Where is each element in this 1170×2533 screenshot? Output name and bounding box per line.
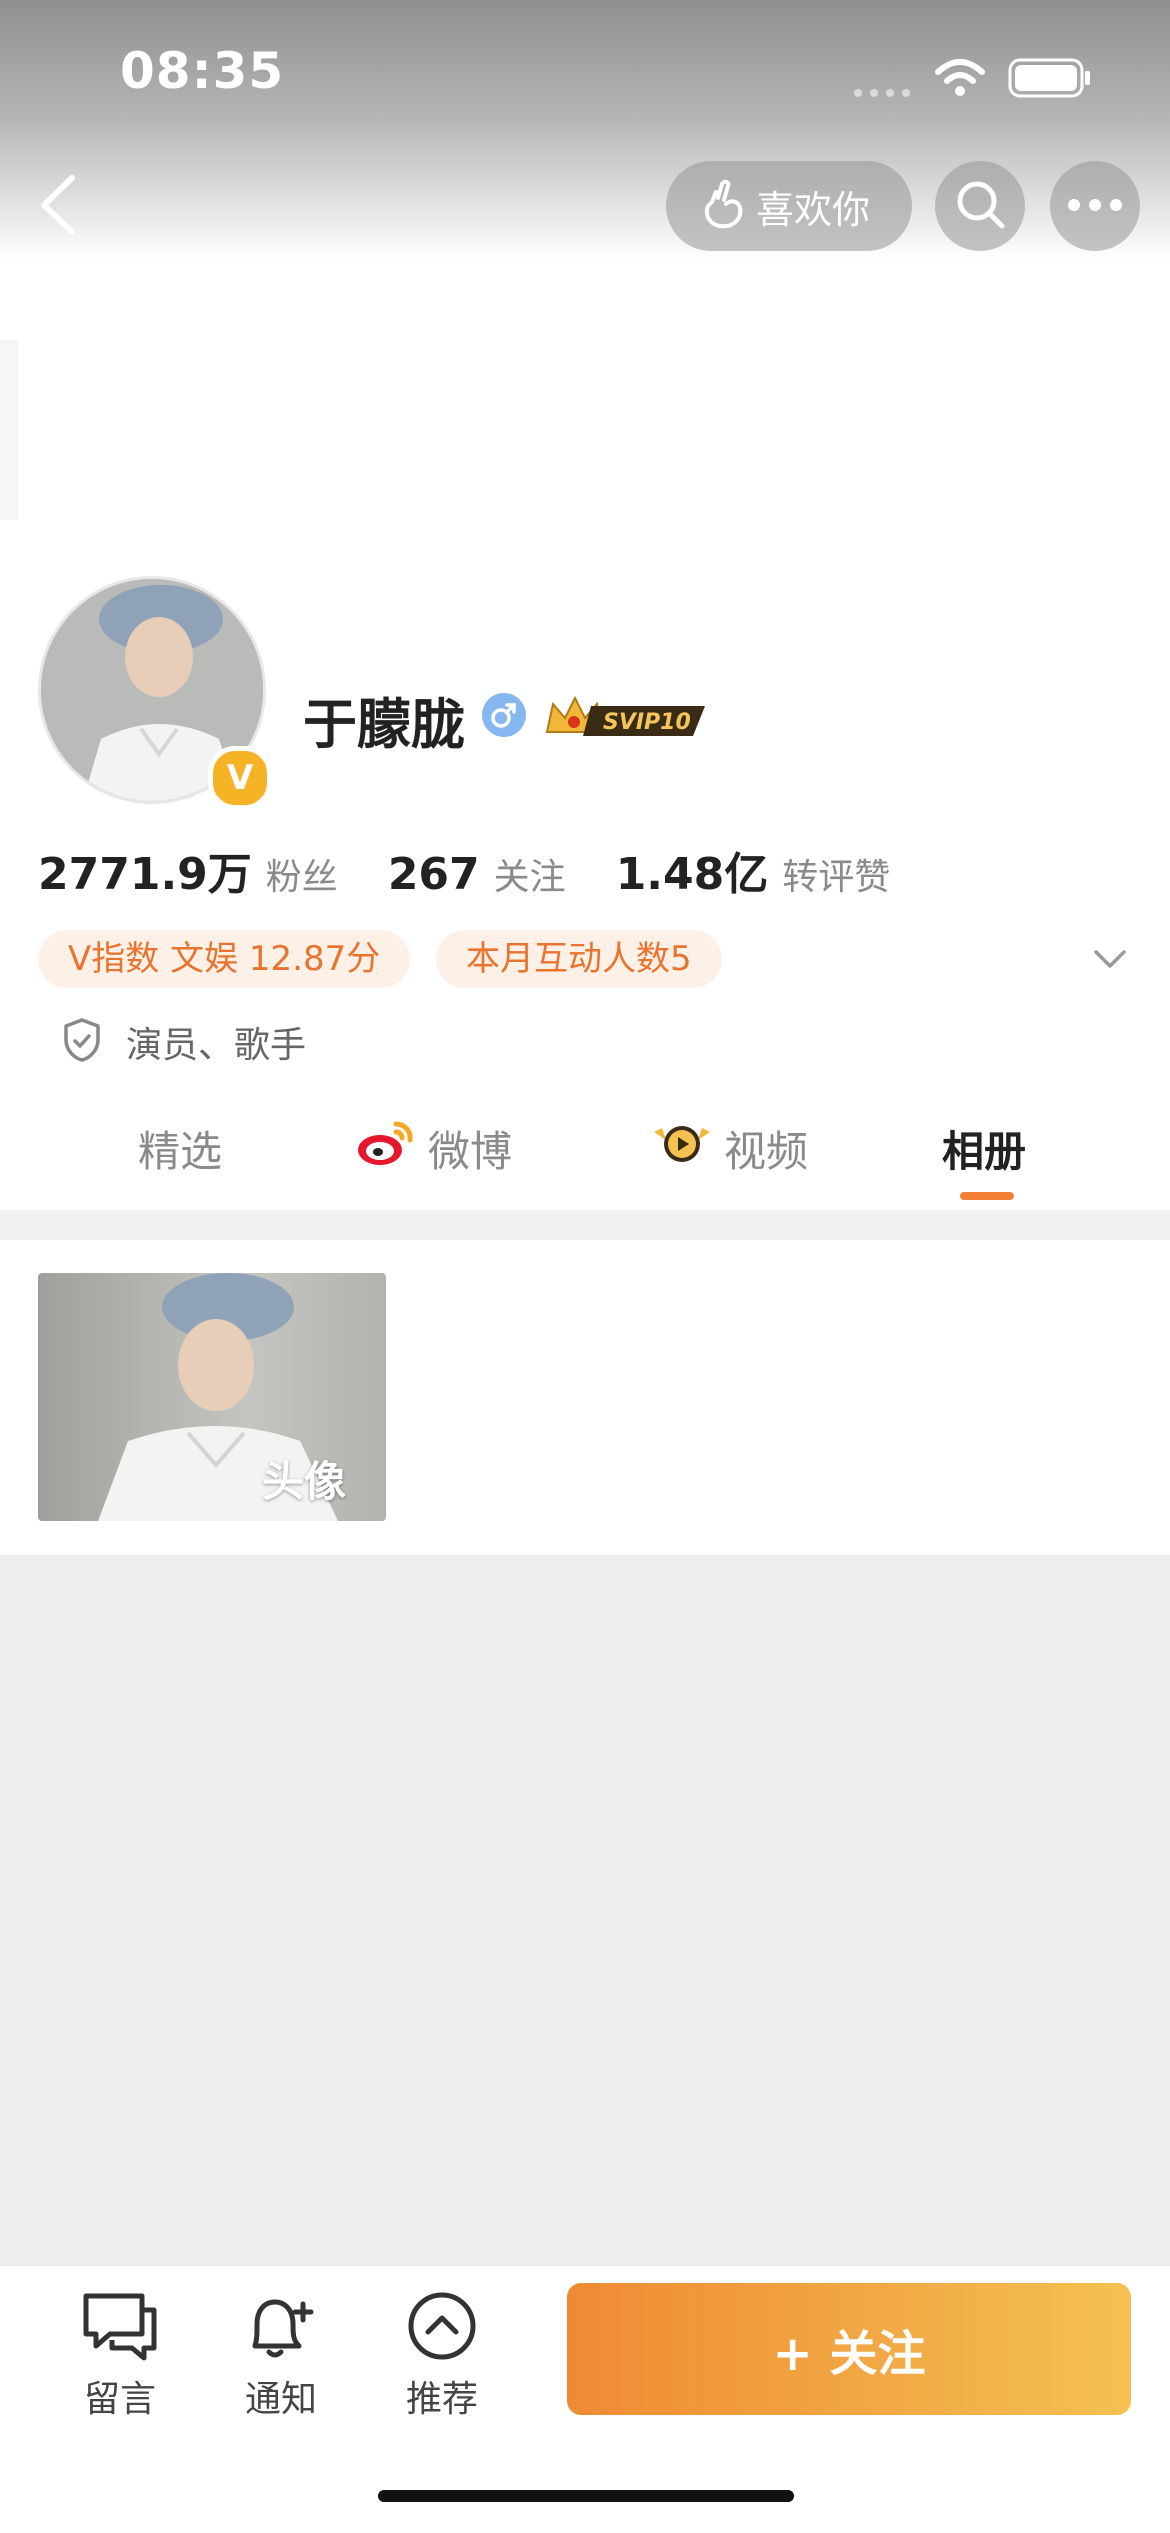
back-button[interactable] [30,170,90,240]
home-indicator [378,2490,794,2502]
male-gender-icon [482,693,526,737]
tab-featured[interactable]: 精选 [138,1108,222,1188]
section-divider [0,1210,1170,1240]
v-index-tag[interactable]: V指数 文娱 12.87分 [38,930,411,988]
verified-badge: V [208,746,272,810]
profile-stats: 2771.9万 粉丝 267 关注 1.48亿 转评赞 [38,838,940,900]
interactions-label: 转评赞 [782,857,891,898]
album-item-label: 头像 [262,1457,347,1506]
expand-chevron-icon[interactable] [1090,942,1130,978]
message-button[interactable]: 留言 [50,2290,190,2422]
svip-badge[interactable]: SVIP10 [543,692,709,740]
like-you-button[interactable]: 喜欢你 [666,161,912,251]
tab-album-label: 相册 [942,1126,1027,1176]
finger-heart-icon [700,178,746,234]
more-button[interactable] [1050,161,1140,251]
bell-add-icon [241,2290,321,2366]
search-icon [952,176,1008,236]
following-label[interactable]: 关注 [494,848,566,900]
followers-count[interactable]: 2771.9万 [38,838,252,902]
profile-name: 于朦胧 [303,693,465,756]
like-you-label: 喜欢你 [756,187,871,232]
occupation-text: 演员、歌手 [126,1025,307,1066]
notify-button[interactable]: 通知 [211,2290,351,2422]
battery-icon [1008,58,1092,102]
tab-weibo-label: 微博 [428,1126,513,1176]
tab-weibo[interactable]: 微博 [356,1108,512,1188]
svip-label: SVIP10 [603,710,691,735]
chevron-up-circle-icon [402,2290,482,2366]
signal-dots-icon [852,84,916,103]
notify-label: 通知 [244,2379,317,2420]
following-count[interactable]: 267 [388,849,480,900]
active-tab-indicator [960,1192,1014,1200]
interactions-count: 1.48亿 [615,849,769,900]
message-label: 留言 [83,2379,156,2420]
monthly-interaction-tag[interactable]: 本月互动人数5 [436,930,722,988]
shield-icon [60,1016,104,1064]
tab-video[interactable]: 视频 [652,1108,808,1188]
recommend-label: 推荐 [405,2379,478,2420]
recommend-button[interactable]: 推荐 [372,2290,512,2422]
weibo-logo-icon [356,1118,416,1178]
wifi-icon [934,58,986,102]
follow-button[interactable]: + 关注 [567,2283,1131,2415]
search-button[interactable] [935,161,1025,251]
message-icon [80,2290,160,2366]
tab-featured-label: 精选 [138,1126,223,1176]
followers-label[interactable]: 粉丝 [266,848,338,900]
tab-album[interactable]: 相册 [942,1108,1026,1188]
tab-video-label: 视频 [724,1126,809,1176]
video-channel-icon [652,1118,712,1178]
more-icon [1067,197,1123,216]
cover-edge [0,340,18,520]
status-time: 08:35 [120,42,285,100]
